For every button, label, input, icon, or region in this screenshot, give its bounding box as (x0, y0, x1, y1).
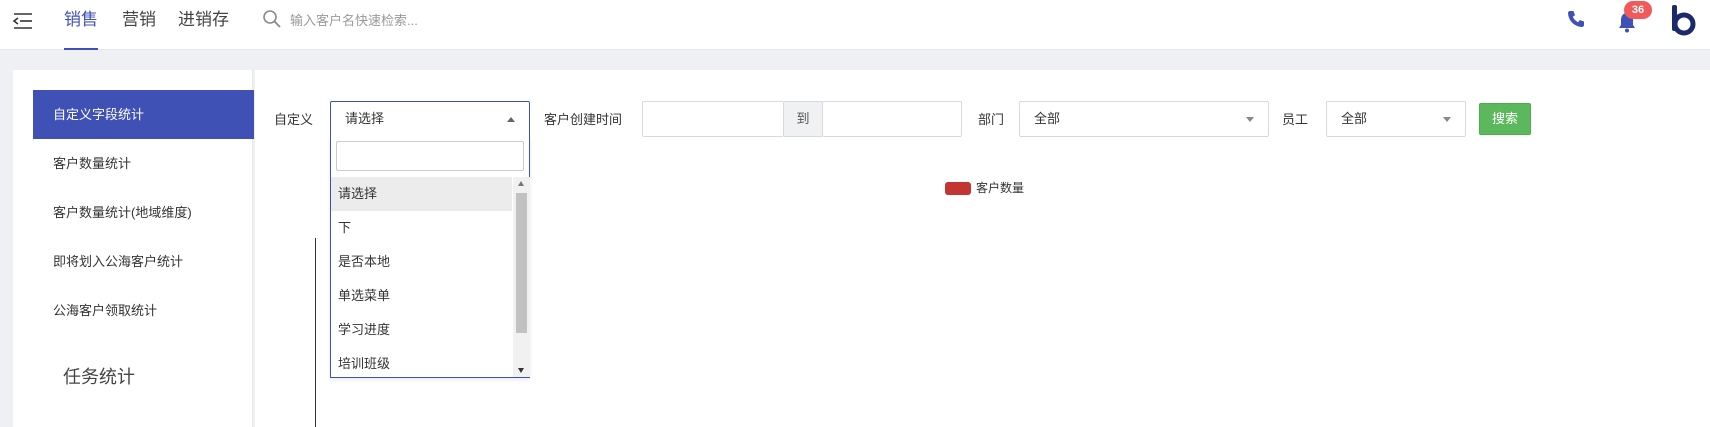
sidebar-item-public-pool-claims[interactable]: 公海客户领取统计 (33, 286, 254, 335)
chevron-down-icon (1246, 117, 1254, 122)
date-start-input[interactable] (642, 101, 784, 137)
customer-search-input[interactable] (290, 8, 590, 32)
custom-field-dropdown: 请选择 下 是否本地 单选菜单 学习进度 培训班级 (330, 135, 530, 378)
notifications-button[interactable]: 36 (1616, 1, 1656, 38)
dropdown-option[interactable]: 学习进度 (331, 313, 512, 347)
dropdown-search-input[interactable] (336, 141, 524, 171)
sidebar-group-task-stats: 任务统计 (63, 367, 135, 387)
sidebar-item-pending-public-pool[interactable]: 即将划入公海客户统计 (33, 237, 254, 286)
scroll-up-arrow-icon[interactable] (518, 181, 524, 186)
nav-tab-sales[interactable]: 销售 (64, 0, 98, 50)
dropdown-option[interactable]: 单选菜单 (331, 279, 512, 313)
sidebar-item-customer-count-stats[interactable]: 客户数量统计 (33, 139, 254, 188)
scroll-down-arrow-icon[interactable] (518, 368, 524, 373)
sidebar-item-custom-field-stats[interactable]: 自定义字段统计 (33, 90, 254, 139)
dropdown-option[interactable]: 请选择 (331, 177, 512, 211)
legend-swatch-customer-count (945, 182, 971, 195)
dropdown-option[interactable]: 是否本地 (331, 245, 512, 279)
dropdown-scrollbar[interactable] (513, 177, 530, 377)
dropdown-option-list: 请选择 下 是否本地 单选菜单 学习进度 培训班级 (331, 177, 512, 377)
department-select-value: 全部 (1034, 111, 1061, 126)
legend-label-customer-count: 客户数量 (976, 181, 1025, 195)
chart-y-axis (315, 238, 316, 427)
date-range-separator: 到 (784, 101, 822, 137)
sidebar-item-customer-count-region[interactable]: 客户数量统计(地域维度) (33, 188, 254, 237)
custom-field-select[interactable]: 请选择 (330, 101, 530, 137)
search-icon (263, 10, 281, 28)
date-end-input[interactable] (822, 101, 962, 137)
top-navigation-bar: 销售 营销 进销存 36 (0, 0, 1710, 50)
menu-collapse-icon[interactable] (12, 12, 34, 30)
employee-select[interactable]: 全部 (1326, 101, 1466, 137)
department-label: 部门 (978, 112, 1005, 127)
statistics-sidebar: 自定义字段统计 客户数量统计 客户数量统计(地域维度) 即将划入公海客户统计 公… (13, 70, 254, 427)
employee-label: 员工 (1282, 112, 1309, 127)
nav-tab-marketing[interactable]: 营销 (122, 0, 156, 50)
nav-tab-inventory[interactable]: 进销存 (178, 0, 229, 50)
department-select[interactable]: 全部 (1019, 101, 1269, 137)
created-time-label: 客户创建时间 (544, 112, 623, 127)
caret-up-icon (507, 117, 515, 122)
phone-icon[interactable] (1566, 9, 1586, 29)
custom-field-label: 自定义 (274, 112, 314, 127)
employee-select-value: 全部 (1341, 111, 1368, 126)
search-button[interactable]: 搜索 (1479, 103, 1531, 135)
brand-logo (1672, 5, 1696, 36)
dropdown-option[interactable]: 培训班级 (331, 347, 512, 377)
chevron-down-icon (1443, 117, 1451, 122)
scrollbar-thumb[interactable] (516, 193, 527, 333)
dropdown-option[interactable]: 下 (331, 211, 512, 245)
notification-count-badge: 36 (1624, 1, 1652, 19)
custom-field-select-value: 请选择 (345, 111, 385, 126)
